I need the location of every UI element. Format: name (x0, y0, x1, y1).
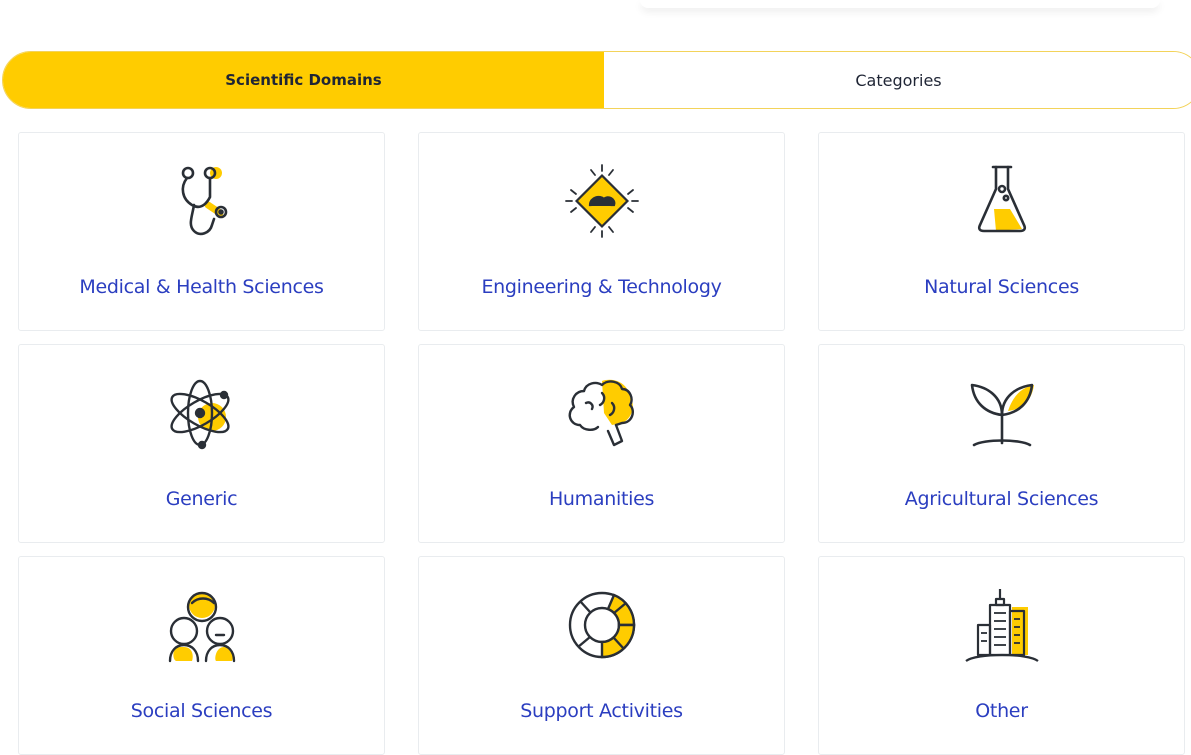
lifebuoy-icon (562, 585, 642, 665)
domain-card-agricultural[interactable]: Agricultural Sciences (818, 344, 1185, 543)
brain-icon (562, 373, 642, 453)
domain-card-engineering[interactable]: Engineering & Technology (418, 132, 785, 331)
domain-card-natural[interactable]: Natural Sciences (818, 132, 1185, 331)
domain-label: Engineering & Technology (481, 276, 722, 298)
domain-card-social[interactable]: Social Sciences (18, 556, 385, 755)
buildings-icon (962, 585, 1042, 665)
stethoscope-icon (162, 161, 242, 241)
domain-label: Social Sciences (130, 700, 273, 722)
domain-label: Medical & Health Sciences (79, 276, 324, 298)
domain-label: Generic (165, 488, 238, 510)
domains-grid: Medical & Health Sciences Engineering & … (18, 132, 1185, 755)
domain-tabs: Scientific Domains Categories (2, 51, 1191, 109)
top-bar-shadow (640, 0, 1160, 8)
domain-label: Other (975, 700, 1028, 722)
people-icon (162, 585, 242, 665)
flask-icon (962, 161, 1042, 241)
domain-card-support[interactable]: Support Activities (418, 556, 785, 755)
tab-scientific-domains[interactable]: Scientific Domains (3, 52, 604, 108)
domain-card-other[interactable]: Other (818, 556, 1185, 755)
tab-categories[interactable]: Categories (604, 52, 1191, 108)
domain-label: Agricultural Sciences (904, 488, 1099, 510)
domain-label: Natural Sciences (924, 276, 1079, 298)
domain-label: Humanities (548, 488, 655, 510)
chip-icon (562, 161, 642, 241)
domain-label: Support Activities (520, 700, 683, 722)
domain-card-medical[interactable]: Medical & Health Sciences (18, 132, 385, 331)
domain-card-generic[interactable]: Generic (18, 344, 385, 543)
atom-icon (162, 373, 242, 453)
sprout-icon (962, 373, 1042, 453)
domain-card-humanities[interactable]: Humanities (418, 344, 785, 543)
